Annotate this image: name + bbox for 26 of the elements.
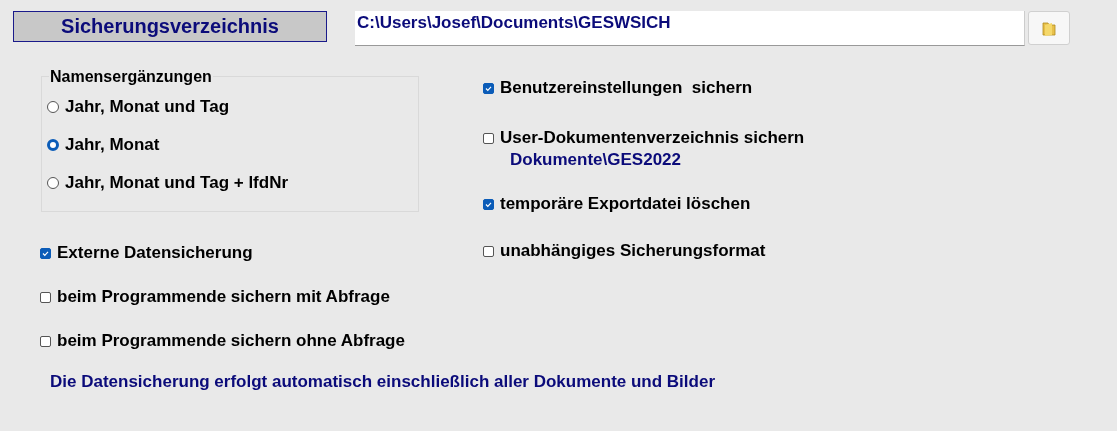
checkbox[interactable] <box>483 245 494 257</box>
checkbox[interactable] <box>40 291 51 303</box>
folder-icon <box>1042 20 1056 36</box>
checkbox[interactable] <box>483 198 494 210</box>
option-label: temporäre Exportdatei löschen <box>500 194 751 214</box>
option-label: User-Dokumentenverzeichnis sichern <box>500 128 805 148</box>
checkbox[interactable] <box>483 82 494 94</box>
info-note: Die Datensicherung erfolgt automatisch einschließlich aller Dokumente und Bilder <box>50 372 717 392</box>
group-title: Namensergänzungen <box>49 68 213 86</box>
radio-button[interactable] <box>47 101 59 113</box>
option-label: Externe Datensicherung <box>57 243 253 263</box>
option-label: beim Programmende sichern mit Abfrage <box>57 287 390 307</box>
checkbox[interactable] <box>40 247 51 259</box>
option-label: Jahr, Monat und Tag <box>65 97 230 117</box>
option-label: Benutzereinstellungen sichern <box>500 78 753 98</box>
folder-path: Dokumente\GES2022 <box>510 150 682 171</box>
checkbox[interactable] <box>483 132 494 144</box>
checkbox[interactable] <box>40 335 51 347</box>
option-label: unabhängiges Sicherungsformat <box>500 241 766 261</box>
path-field[interactable]: C:\Users\Josef\Documents\GESWSICH <box>355 11 1025 46</box>
radio-button[interactable] <box>47 177 59 189</box>
radio-button[interactable] <box>47 139 59 151</box>
option-label: Jahr, Monat <box>65 135 160 155</box>
option-label: Jahr, Monat und Tag + lfdNr <box>65 173 289 193</box>
option-label: beim Programmende sichern ohne Abfrage <box>57 331 405 351</box>
directory-label: Sicherungsverzeichnis <box>13 11 327 42</box>
